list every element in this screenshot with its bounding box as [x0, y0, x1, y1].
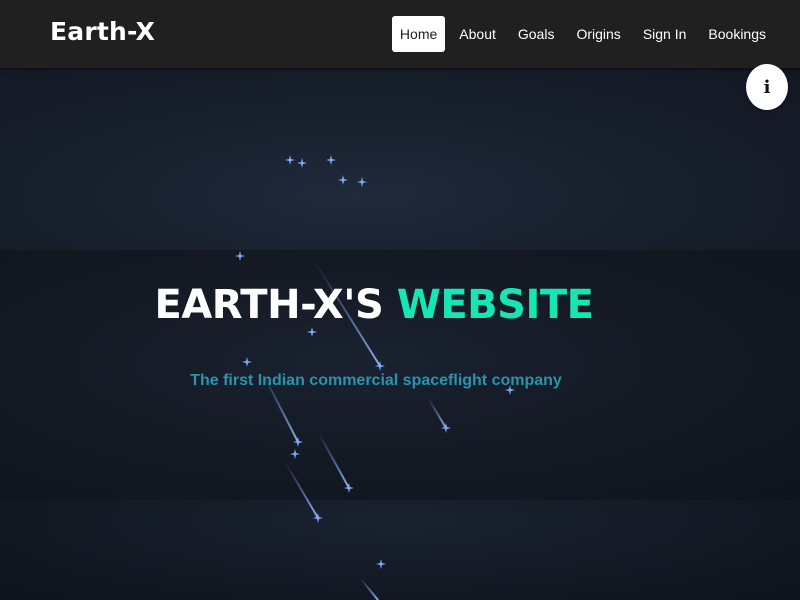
hero-background-top — [0, 68, 800, 250]
brand-logo[interactable]: Earth-X — [50, 17, 155, 46]
nav-link-origins[interactable]: Origins — [568, 16, 628, 52]
nav-link-goals[interactable]: Goals — [510, 16, 563, 52]
hero-title-accent: WEBSITE — [396, 282, 594, 328]
hero-subtitle: The first Indian commercial spaceflight … — [190, 372, 562, 389]
nav-link-home[interactable]: Home — [391, 16, 446, 52]
nav-link-sign-in[interactable]: Sign In — [635, 16, 695, 52]
page: Earth-X Home About Goals Origins Sign In… — [0, 0, 800, 600]
hero-title: EARTH-X'S WEBSITE — [0, 282, 748, 328]
nav-links: Home About Goals Origins Sign In Booking… — [391, 16, 774, 52]
info-icon: i — [763, 76, 771, 98]
hero-title-main: EARTH-X'S — [154, 282, 397, 328]
navbar: Earth-X Home About Goals Origins Sign In… — [0, 0, 800, 68]
nav-link-about[interactable]: About — [451, 16, 504, 52]
hero-background-bottom — [0, 500, 800, 600]
nav-link-bookings[interactable]: Bookings — [700, 16, 774, 52]
info-button[interactable]: i — [746, 64, 788, 110]
